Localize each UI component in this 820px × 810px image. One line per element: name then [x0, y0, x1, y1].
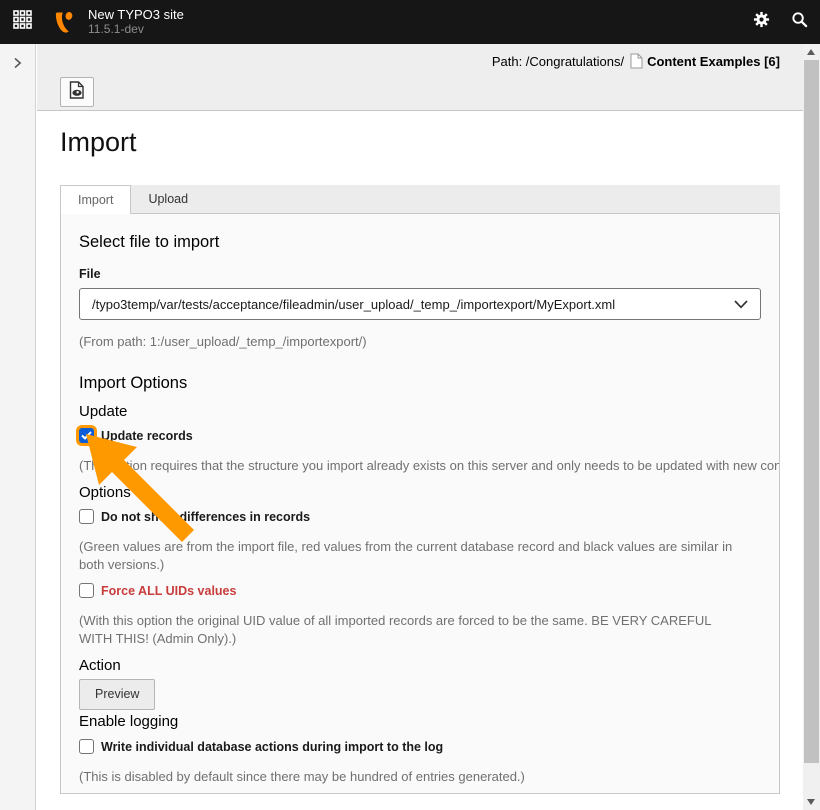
- no-diff-checkbox[interactable]: [79, 509, 94, 524]
- update-heading: Update: [79, 403, 761, 421]
- search-icon: [791, 11, 808, 33]
- site-title: New TYPO3 site: [88, 7, 184, 22]
- grid-icon: [13, 10, 32, 34]
- tabs-region: Import Upload Select file to import File…: [60, 185, 780, 794]
- file-select-value: /typo3temp/var/tests/acceptance/fileadmi…: [92, 297, 615, 312]
- docheader-buttons: [60, 77, 94, 107]
- scrollbar-down-arrow[interactable]: [807, 799, 815, 805]
- view-webpage-button[interactable]: [60, 77, 94, 107]
- logging-label[interactable]: Write individual database actions during…: [101, 740, 443, 754]
- site-info: New TYPO3 site 11.5.1-dev: [88, 7, 184, 37]
- force-uid-row: Force ALL UIDs values: [79, 583, 761, 598]
- scrollbar-thumb[interactable]: [804, 60, 819, 763]
- breadcrumb-record-title: Content Examples [6]: [647, 54, 780, 69]
- breadcrumb-path: Path: /Congratulations/: [492, 54, 624, 69]
- action-heading: Action: [79, 657, 761, 675]
- page-icon: [630, 53, 643, 69]
- force-uid-checkbox[interactable]: [79, 583, 94, 598]
- no-diff-label[interactable]: Do not show differences in records: [101, 510, 310, 524]
- expand-navigation-button[interactable]: [11, 58, 25, 72]
- file-field-label: File: [79, 267, 761, 282]
- import-tab-panel: Select file to import File /typo3temp/va…: [60, 213, 780, 794]
- pagetree-collapsed-strip: [0, 44, 36, 810]
- logging-note: (This is disabled by default since there…: [79, 768, 761, 786]
- top-toolbar: New TYPO3 site 11.5.1-dev: [0, 0, 820, 44]
- tab-bar: Import Upload: [60, 185, 780, 213]
- gear-icon: [753, 11, 770, 33]
- typo3-logo: [52, 10, 77, 35]
- logging-heading: Enable logging: [79, 713, 761, 731]
- update-note: (This option requires that the structure…: [79, 457, 761, 475]
- chevron-right-icon: [12, 56, 23, 74]
- breadcrumb: Path: /Congratulations/ Content Examples…: [492, 53, 780, 69]
- vertical-scrollbar[interactable]: [803, 44, 820, 810]
- force-uid-label[interactable]: Force ALL UIDs values: [101, 584, 236, 598]
- search-button[interactable]: [786, 0, 812, 44]
- from-path-note: (From path: 1:/user_upload/_temp_/import…: [79, 333, 761, 351]
- diff-row: Do not show differences in records: [79, 509, 761, 524]
- update-records-label[interactable]: Update records: [101, 429, 193, 443]
- checkmark-icon: [81, 427, 92, 445]
- module-body: Import Import Upload Select file to impo…: [37, 111, 803, 810]
- logging-row: Write individual database actions during…: [79, 739, 761, 754]
- logging-checkbox[interactable]: [79, 739, 94, 754]
- file-select[interactable]: /typo3temp/var/tests/acceptance/fileadmi…: [79, 288, 761, 320]
- select-file-heading: Select file to import: [79, 232, 761, 252]
- view-doc-icon: [69, 81, 85, 104]
- diff-note: (Green values are from the import file, …: [79, 538, 734, 574]
- module-grid-button[interactable]: [0, 0, 44, 44]
- docheader: Path: /Congratulations/ Content Examples…: [37, 44, 803, 111]
- force-uid-note: (With this option the original UID value…: [79, 612, 734, 648]
- tab-upload[interactable]: Upload: [131, 185, 205, 213]
- chevron-down-icon: [734, 297, 748, 312]
- settings-button[interactable]: [748, 0, 774, 44]
- page-title: Import: [60, 127, 137, 158]
- update-records-checkbox[interactable]: [79, 428, 94, 443]
- module-container: Path: /Congratulations/ Content Examples…: [37, 44, 803, 810]
- site-version: 11.5.1-dev: [88, 22, 184, 37]
- options-heading: Options: [79, 484, 761, 502]
- preview-button[interactable]: Preview: [79, 679, 155, 710]
- scrollbar-up-arrow[interactable]: [807, 49, 815, 55]
- update-records-row: Update records: [79, 428, 761, 443]
- import-options-heading: Import Options: [79, 373, 761, 393]
- tab-import[interactable]: Import: [60, 185, 131, 214]
